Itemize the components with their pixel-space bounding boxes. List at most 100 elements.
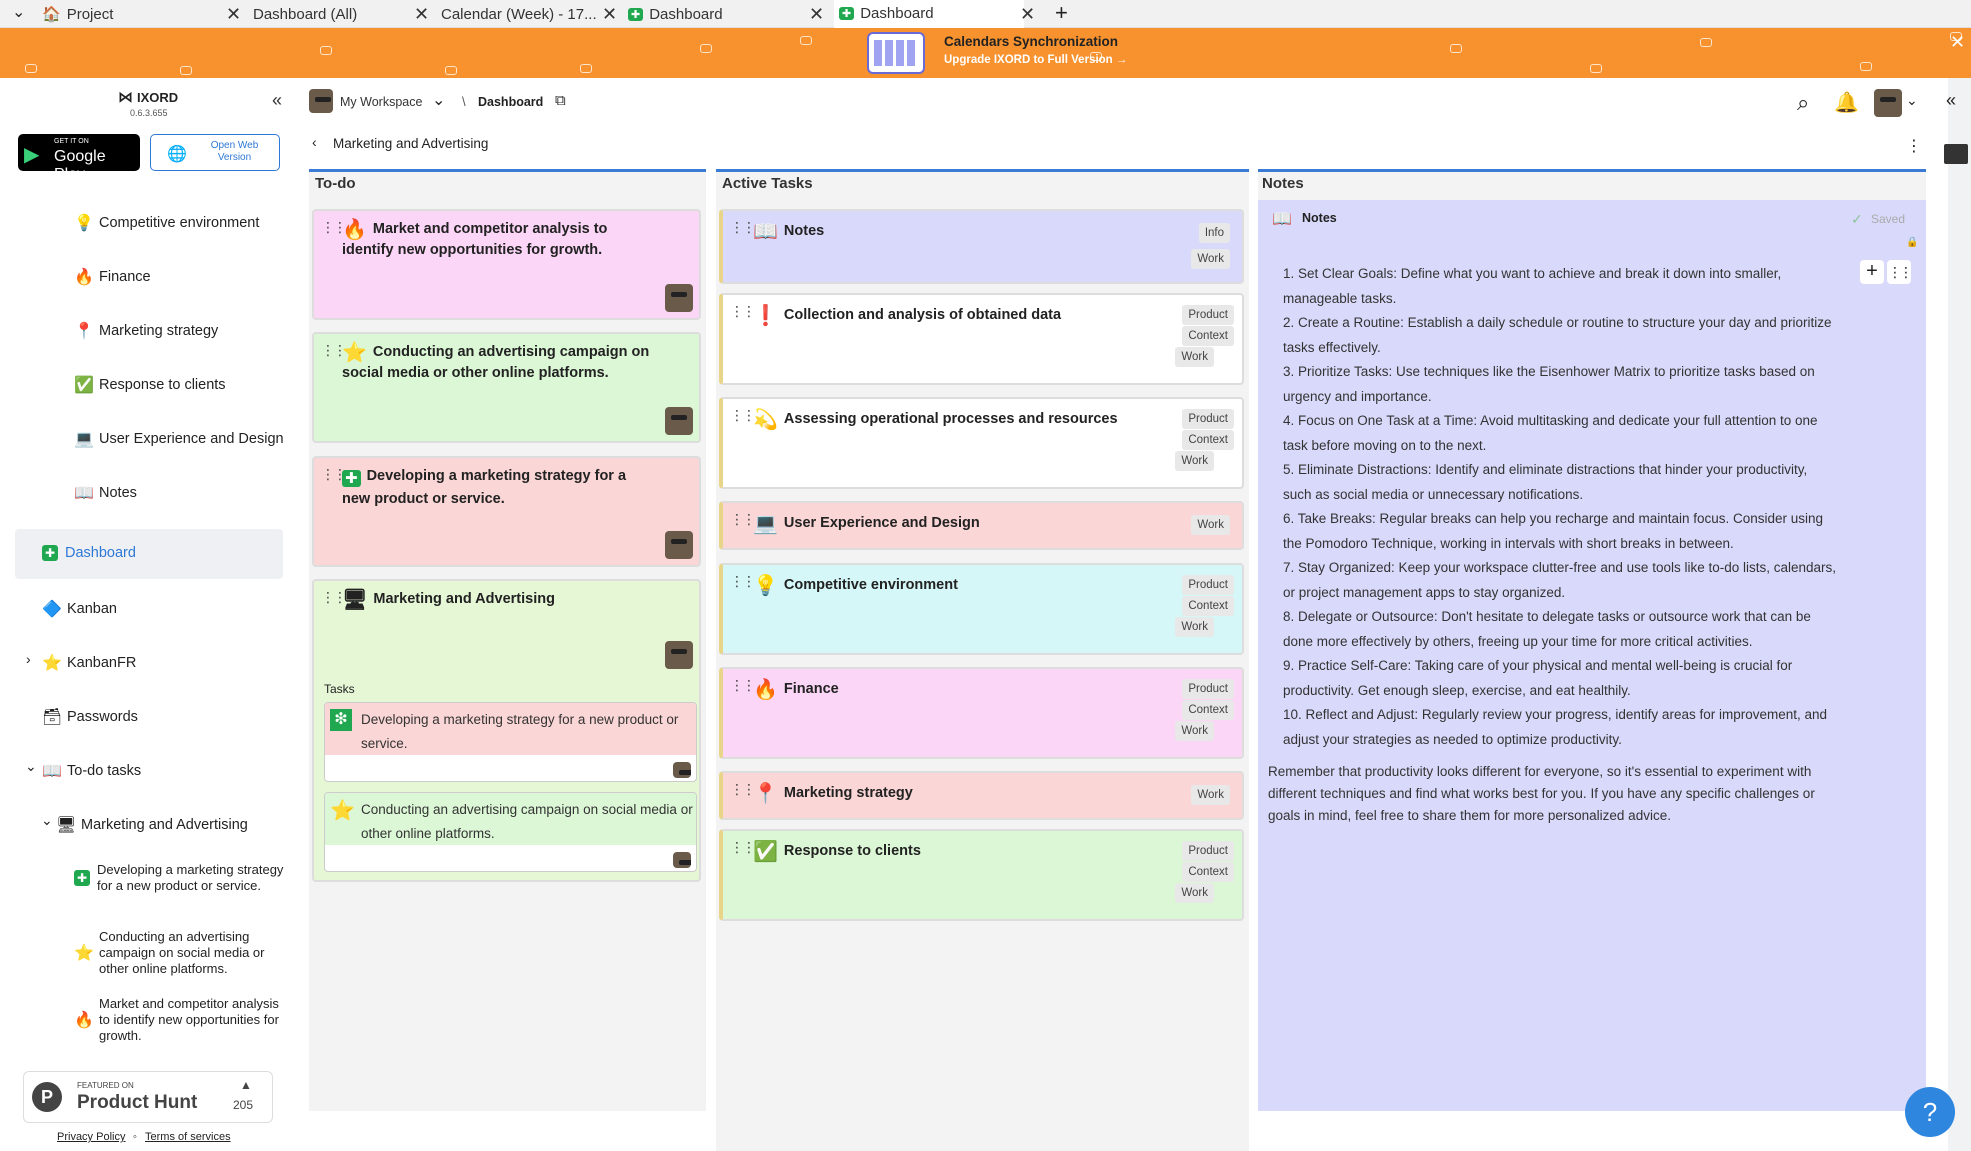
- tag-chip[interactable]: Context: [1182, 596, 1234, 616]
- banner-close-icon[interactable]: ✕: [1950, 32, 1965, 53]
- todo-card[interactable]: ⋮⋮ 🔥 Market and competitor analysis to id…: [312, 209, 701, 320]
- product-hunt-badge[interactable]: P FEATURED ON Product Hunt ▲ 205: [23, 1071, 273, 1123]
- breadcrumb[interactable]: Marketing and Advertising: [333, 136, 488, 151]
- chevron-down-icon[interactable]: ⌄: [432, 90, 445, 110]
- tag-chip[interactable]: Work: [1175, 347, 1214, 367]
- tag-chip[interactable]: Work: [1191, 249, 1230, 269]
- tag-chip[interactable]: Work: [1175, 721, 1214, 741]
- drag-handle-icon[interactable]: ⋮⋮: [730, 677, 756, 694]
- open-web-version-button[interactable]: 🌐 Open Web Version: [150, 134, 280, 171]
- tag-chip[interactable]: Product: [1182, 679, 1234, 699]
- active-task-card[interactable]: ⋮⋮ 📖 Notes Info Work: [719, 209, 1244, 284]
- active-task-card[interactable]: ⋮⋮ 💻 User Experience and Design Work: [719, 501, 1244, 550]
- chevron-down-icon[interactable]: ⌄: [25, 758, 37, 775]
- tag-chip[interactable]: Info: [1198, 223, 1230, 243]
- collapse-sidebar-icon[interactable]: «: [272, 90, 282, 111]
- tag-chip[interactable]: Work: [1191, 515, 1230, 535]
- back-chevron-icon[interactable]: ‹: [312, 134, 317, 150]
- sidebar-item-developing-strategy[interactable]: ✚ Developing a marketing strategy for a n…: [74, 862, 284, 894]
- tag-chip[interactable]: Work: [1175, 883, 1214, 903]
- tag-chip[interactable]: Product: [1182, 841, 1234, 861]
- tag-chip[interactable]: Context: [1182, 326, 1234, 346]
- drag-handle-icon[interactable]: ⋮⋮: [730, 407, 756, 424]
- close-icon[interactable]: ✕: [602, 4, 617, 25]
- drag-handle-icon[interactable]: ⋮⋮: [730, 573, 756, 590]
- active-task-card[interactable]: ⋮⋮ ❗ Collection and analysis of obtained …: [719, 293, 1244, 385]
- tab-calendar-week[interactable]: Calendar (Week) - 17...: [441, 0, 597, 28]
- todo-card-project[interactable]: ⋮⋮ 🖥 Marketing and Advertising Tasks ❇ De…: [312, 579, 701, 882]
- drag-handle-icon[interactable]: ⋮⋮: [730, 511, 756, 528]
- tag-chip[interactable]: Product: [1182, 409, 1234, 429]
- sidebar-item-user-experience[interactable]: 💻 User Experience and Design: [74, 429, 284, 449]
- active-task-card[interactable]: ⋮⋮ ✅ Response to clients Product Context Wor…: [719, 829, 1244, 921]
- drag-handle-icon[interactable]: ⋮⋮: [730, 839, 756, 856]
- tag-chip[interactable]: Work: [1175, 451, 1214, 471]
- tag-chip[interactable]: Context: [1182, 430, 1234, 450]
- more-options-icon[interactable]: ⋮: [1906, 136, 1922, 156]
- sidebar-item-todo-tasks[interactable]: 📖 To-do tasks: [42, 761, 141, 781]
- sidebar-item-marketing-strategy[interactable]: 📍 Marketing strategy: [74, 321, 218, 341]
- bell-icon[interactable]: 🔔: [1834, 90, 1859, 115]
- help-button[interactable]: ?: [1905, 1087, 1955, 1137]
- tag-chip[interactable]: Work: [1175, 617, 1214, 637]
- collapse-right-panel-icon[interactable]: «: [1946, 90, 1956, 111]
- banner-upgrade-link[interactable]: Upgrade IXORD to Full Version →: [944, 54, 1127, 66]
- sidebar-item-marketing-advertising[interactable]: 🖥 Marketing and Advertising: [56, 815, 248, 835]
- search-icon[interactable]: ⌕: [1797, 90, 1809, 116]
- sidebar-item-market-analysis[interactable]: 🔥 Market and competitor analysis to ident…: [74, 996, 284, 1044]
- close-icon[interactable]: ✕: [1020, 4, 1035, 25]
- fire-icon: 🔥: [342, 219, 367, 241]
- sidebar-item-conducting-campaign[interactable]: ⭐ Conducting an advertising campaign on s…: [74, 929, 284, 977]
- notes-card-title: Notes: [1302, 211, 1337, 225]
- active-task-card[interactable]: ⋮⋮ 📍 Marketing strategy Work: [719, 771, 1244, 820]
- workspace-selector[interactable]: My Workspace: [340, 95, 422, 109]
- close-icon[interactable]: ✕: [414, 4, 429, 25]
- card-title: Notes: [783, 223, 825, 239]
- assignee-avatar: [665, 284, 693, 312]
- tab-dashboard-active[interactable]: ✚ Dashboard: [834, 0, 1024, 28]
- sidebar-item-dashboard[interactable]: ✚ Dashboard: [42, 545, 136, 561]
- pin-icon: 📍: [753, 783, 778, 805]
- workspace-avatar: [309, 89, 333, 113]
- active-task-card[interactable]: ⋮⋮ 🔥 Finance Product Context Work: [719, 667, 1244, 759]
- drag-handle-icon[interactable]: ⋮⋮: [730, 219, 756, 236]
- tag-chip[interactable]: Work: [1191, 785, 1230, 805]
- active-task-card[interactable]: ⋮⋮ 💡 Competitive environment Product Contex…: [719, 563, 1244, 655]
- sidebar-item-kanban[interactable]: 🔷 Kanban: [42, 599, 117, 619]
- sidebar-item-notes[interactable]: 📖 Notes: [74, 483, 137, 503]
- tab-project[interactable]: 🏠 Project: [42, 0, 227, 28]
- sidebar-item-kanbanfr[interactable]: ⭐ KanbanFR: [42, 653, 136, 673]
- sidebar-item-response-to-clients[interactable]: ✅ Response to clients: [74, 375, 226, 395]
- tab-dashboard[interactable]: ✚ Dashboard: [628, 0, 808, 28]
- tag-chip[interactable]: Product: [1182, 305, 1234, 325]
- tab-list-chevron-icon[interactable]: ⌄: [12, 2, 25, 22]
- tag-chip[interactable]: Product: [1182, 575, 1234, 595]
- subtask-card[interactable]: ❇ Developing a marketing strategy for a …: [324, 702, 697, 782]
- close-icon[interactable]: ✕: [809, 4, 824, 25]
- sidebar-item-competitive-environment[interactable]: 💡 Competitive environment: [74, 213, 259, 233]
- sidebar-item-label: Developing a marketing strategy for a ne…: [97, 862, 284, 893]
- upgrade-banner[interactable]: Calendars Synchronization Upgrade IXORD …: [0, 28, 1971, 78]
- tag-chip[interactable]: Context: [1182, 862, 1234, 882]
- block-drag-handle-icon[interactable]: ⋮⋮: [1887, 260, 1913, 284]
- chevron-down-icon[interactable]: ⌄: [1906, 92, 1918, 109]
- user-avatar[interactable]: [1874, 89, 1902, 117]
- chevron-right-icon[interactable]: ›: [26, 651, 31, 667]
- tab-dashboard-all[interactable]: Dashboard (All): [253, 0, 403, 28]
- new-tab-plus-icon[interactable]: +: [1055, 0, 1068, 26]
- subtask-card[interactable]: ⭐ Conducting an advertising campaign on …: [324, 792, 697, 872]
- todo-card[interactable]: ⋮⋮ ⭐ Conducting an advertising campaign o…: [312, 332, 701, 443]
- tag-chip[interactable]: Context: [1182, 700, 1234, 720]
- sidebar-item-passwords[interactable]: 🗃 Passwords: [42, 707, 138, 727]
- drag-handle-icon[interactable]: ⋮⋮: [730, 781, 756, 798]
- privacy-policy-link[interactable]: Privacy Policy: [57, 1131, 125, 1143]
- sidebar-item-finance[interactable]: 🔥 Finance: [74, 267, 151, 287]
- todo-card[interactable]: ⋮⋮ ✚ Developing a marketing strategy for …: [312, 456, 701, 567]
- close-icon[interactable]: ✕: [226, 4, 241, 25]
- google-play-button[interactable]: ▶ GET IT ON Google Play: [18, 134, 140, 183]
- drag-handle-icon[interactable]: ⋮⋮: [730, 303, 756, 320]
- active-task-card[interactable]: ⋮⋮ 💫 Assessing operational processes and …: [719, 397, 1244, 489]
- terms-link[interactable]: Terms of services: [145, 1131, 231, 1143]
- chevron-down-icon[interactable]: ⌄: [41, 812, 53, 829]
- open-external-icon[interactable]: ⧉: [555, 92, 566, 109]
